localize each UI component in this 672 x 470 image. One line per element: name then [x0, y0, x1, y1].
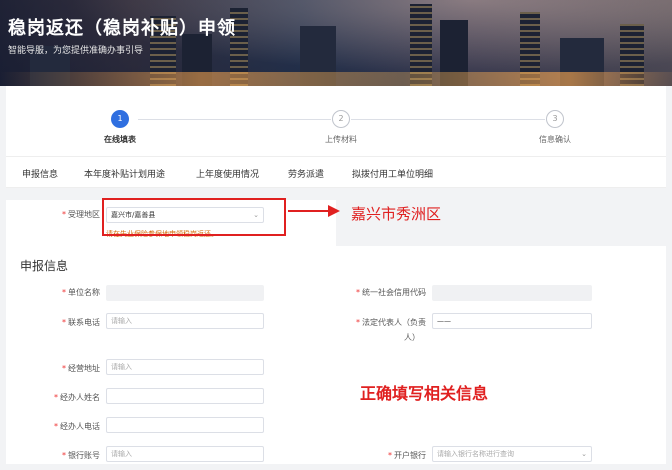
bottom-divider: [6, 464, 666, 470]
step-1-circle: 1: [111, 110, 129, 128]
region-label: * 受理地区: [26, 209, 100, 220]
required-mark: *: [62, 364, 66, 373]
annotation-arrow-line: [288, 210, 330, 212]
page-title: 稳岗返还（稳岗补贴）申领: [8, 18, 236, 39]
legal-rep-input[interactable]: ——: [432, 313, 592, 329]
required-mark: *: [62, 318, 66, 327]
required-mark: *: [54, 422, 58, 431]
step-2-circle: 2: [332, 110, 350, 128]
required-mark: *: [356, 288, 360, 297]
credit-code-label: * 统一社会信用代码: [336, 287, 426, 298]
handler-name-input[interactable]: [106, 388, 264, 404]
chevron-down-icon: ⌄: [581, 450, 587, 458]
page-subtitle: 智能导服，为您提供准确办事引导: [8, 46, 144, 56]
required-mark: *: [62, 288, 66, 297]
step-3-label: 信息确认: [539, 135, 571, 144]
step-connector: [138, 119, 331, 120]
region-label-text: 受理地区: [68, 210, 100, 219]
tab-subsidy-plan[interactable]: 本年度补贴计划用途: [84, 167, 165, 180]
step-1-label: 在线填表: [104, 135, 136, 144]
required-mark: *: [388, 451, 392, 460]
annotation-fill-note: 正确填写相关信息: [360, 384, 489, 403]
bank-select[interactable]: 请输入银行名称进行查询 ⌄: [432, 446, 592, 462]
tab-labor-dispatch[interactable]: 劳务派遣: [288, 167, 324, 180]
address-label-text: 经营地址: [68, 364, 100, 373]
step-3-circle: 3: [546, 110, 564, 128]
header-banner: 稳岗返还（稳岗补贴）申领 智能导服，为您提供准确办事引导: [0, 0, 672, 86]
step-2-label: 上传材料: [325, 135, 357, 144]
handler-phone-label-text: 经办人电话: [60, 422, 100, 431]
step-indicator: 1 在线填表 2 上传材料 3 信息确认: [6, 86, 666, 152]
bank-account-label-text: 银行账号: [68, 451, 100, 460]
tab-employer-details[interactable]: 拟拨付用工单位明细: [352, 167, 433, 180]
legal-rep-label-line2: 人）: [404, 333, 420, 342]
legal-rep-label-line1: 法定代表人（负责: [362, 318, 426, 327]
required-mark: *: [54, 393, 58, 402]
bank-account-input[interactable]: 请输入: [106, 446, 264, 462]
credit-code-input[interactable]: [432, 285, 592, 301]
phone-input[interactable]: 请输入: [106, 313, 264, 329]
step-connector: [351, 119, 545, 120]
legal-rep-label: * 法定代表人（负责: [336, 317, 426, 328]
bank-select-placeholder: 请输入银行名称进行查询: [437, 450, 514, 458]
phone-label-text: 联系电话: [68, 318, 100, 327]
credit-code-label-text: 统一社会信用代码: [362, 288, 426, 297]
annotation-arrow-icon: [328, 205, 340, 217]
handler-name-label-text: 经办人姓名: [60, 393, 100, 402]
required-mark: *: [62, 451, 66, 460]
banner-city-lights: [0, 72, 672, 86]
section-title: 申报信息: [20, 259, 69, 273]
phone-label: * 联系电话: [26, 317, 100, 328]
bank-label: * 开户银行: [336, 450, 426, 461]
handler-phone-input[interactable]: [106, 417, 264, 433]
form-card: 1 在线填表 2 上传材料 3 信息确认 申报信息 本年度补贴计划用途 上年度使…: [6, 86, 666, 470]
required-mark: *: [62, 210, 66, 219]
tab-last-year-usage[interactable]: 上年度使用情况: [196, 167, 259, 180]
address-input[interactable]: 请输入: [106, 359, 264, 375]
annotation-box: [102, 198, 286, 236]
bank-account-label: * 银行账号: [26, 450, 100, 461]
unit-name-label-text: 单位名称: [68, 288, 100, 297]
unit-name-label: * 单位名称: [26, 287, 100, 298]
tab-declaration-info[interactable]: 申报信息: [22, 167, 58, 180]
address-label: * 经营地址: [26, 363, 100, 374]
annotation-region-note: 嘉兴市秀洲区: [351, 205, 442, 223]
handler-phone-label: * 经办人电话: [26, 421, 100, 432]
required-mark: *: [356, 318, 360, 327]
form-tabs: 申报信息 本年度补贴计划用途 上年度使用情况 劳务派遣 拟拨付用工单位明细: [6, 156, 666, 188]
unit-name-input[interactable]: [106, 285, 264, 301]
bank-label-text: 开户银行: [394, 451, 426, 460]
handler-name-label: * 经办人姓名: [26, 392, 100, 403]
